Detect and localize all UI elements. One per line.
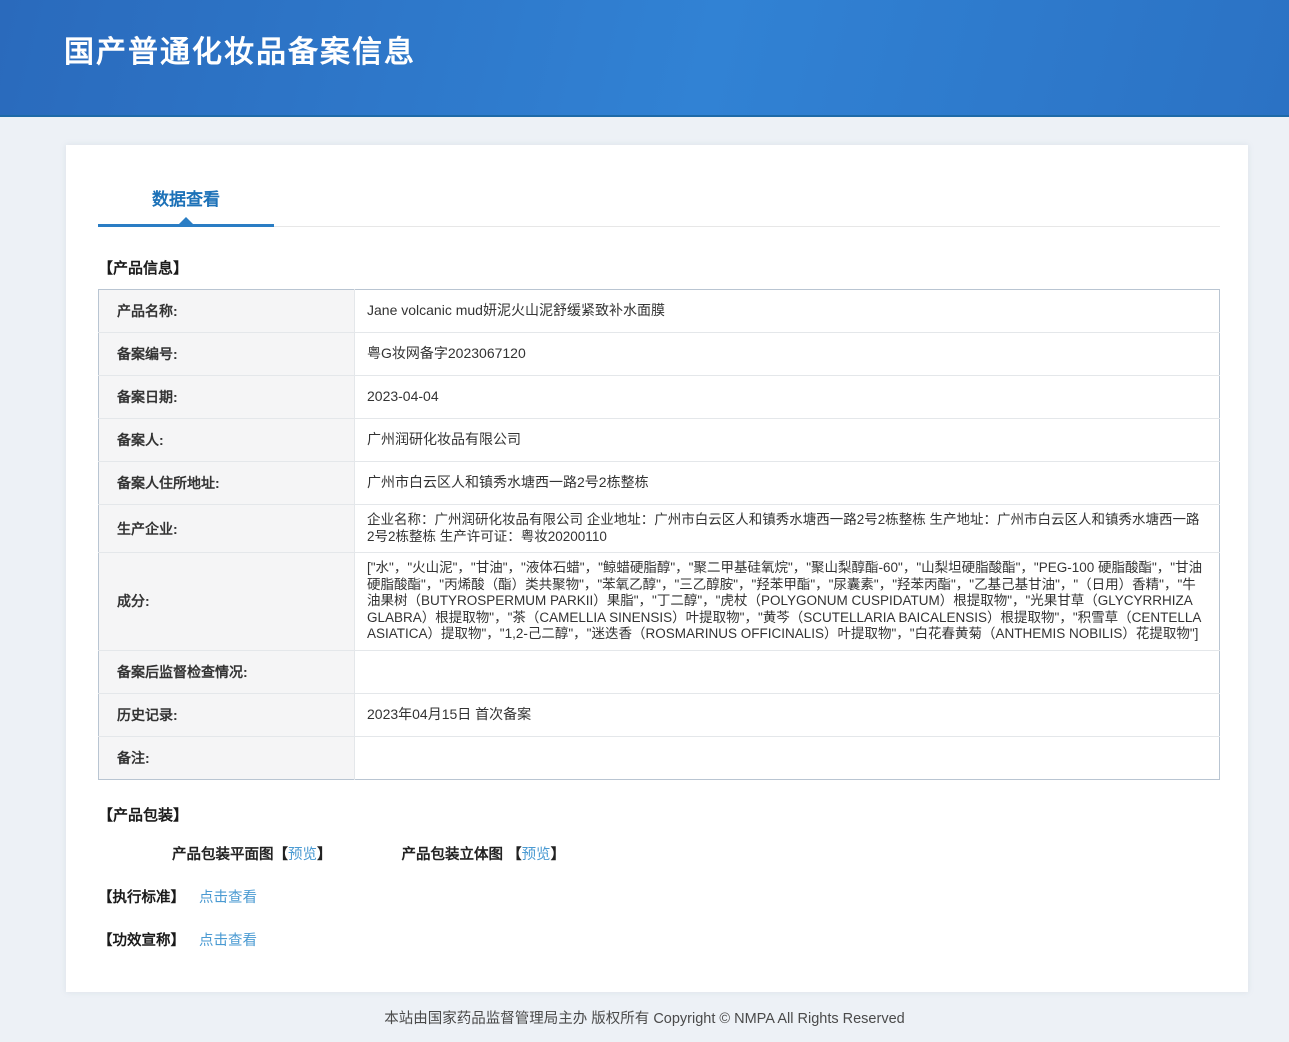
row-label: 产品名称: (99, 290, 355, 333)
standard-title: 【执行标准】 (98, 890, 185, 906)
table-row-filing-date: 备案日期: 2023-04-04 (99, 376, 1220, 419)
table-row-manufacturer: 生产企业: 企业名称：广州润研化妆品有限公司 企业地址：广州市白云区人和镇秀水塘… (99, 505, 1220, 553)
row-label: 生产企业: (99, 505, 355, 553)
row-value: 粤G妆网备字2023067120 (355, 333, 1220, 376)
efficacy-line: 【功效宣称】点击查看 (98, 929, 1220, 950)
section-title-product-info: 【产品信息】 (98, 257, 1220, 278)
packaging-line: 产品包装平面图【预览】 产品包装立体图 【预览】 (172, 843, 1220, 864)
row-label: 历史记录: (99, 693, 355, 736)
table-row-filer: 备案人: 广州润研化妆品有限公司 (99, 419, 1220, 462)
row-label: 备注: (99, 736, 355, 779)
bracket-close: 】 (317, 847, 332, 863)
standard-view-link[interactable]: 点击查看 (199, 890, 257, 906)
tab-active-underline (98, 224, 274, 227)
tab-data-view[interactable]: 数据查看 (98, 175, 274, 226)
bracket-close: 】 (551, 847, 566, 863)
standard-line: 【执行标准】点击查看 (98, 886, 1220, 907)
packaging-flat-item: 产品包装平面图【预览】 (172, 847, 336, 863)
row-value: 广州市白云区人和镇秀水塘西一路2号2栋整栋 (355, 462, 1220, 505)
page-footer: 本站由国家药品监督管理局主办 版权所有 Copyright © NMPA All… (0, 1001, 1289, 1042)
bracket-open: 【 (507, 847, 522, 863)
row-label: 备案后监督检查情况: (99, 650, 355, 693)
row-value (355, 736, 1220, 779)
row-value: 企业名称：广州润研化妆品有限公司 企业地址：广州市白云区人和镇秀水塘西一路2号2… (355, 505, 1220, 553)
row-label: 备案编号: (99, 333, 355, 376)
product-info-table: 产品名称: Jane volcanic mud妍泥火山泥舒缓紧致补水面膜 备案编… (98, 289, 1220, 780)
tab-active-arrow-icon (179, 217, 193, 224)
tab-data-view-label: 数据查看 (152, 190, 220, 209)
row-label: 备案人住所地址: (99, 462, 355, 505)
row-value: 广州润研化妆品有限公司 (355, 419, 1220, 462)
bracket-open: 【 (274, 847, 289, 863)
table-row-filer-address: 备案人住所地址: 广州市白云区人和镇秀水塘西一路2号2栋整栋 (99, 462, 1220, 505)
packaging-3d-preview-link[interactable]: 预览 (522, 847, 551, 863)
page-header: 国产普通化妆品备案信息 (0, 0, 1289, 117)
packaging-flat-label: 产品包装平面图 (172, 847, 274, 863)
packaging-3d-item: 产品包装立体图 【预览】 (402, 847, 566, 863)
table-row-remarks: 备注: (99, 736, 1220, 779)
page-title: 国产普通化妆品备案信息 (0, 0, 1289, 71)
packaging-3d-label: 产品包装立体图 (402, 847, 508, 863)
row-label: 备案人: (99, 419, 355, 462)
row-value (355, 650, 1220, 693)
packaging-flat-preview-link[interactable]: 预览 (288, 847, 317, 863)
row-label: 成分: (99, 553, 355, 651)
table-row-product-name: 产品名称: Jane volcanic mud妍泥火山泥舒缓紧致补水面膜 (99, 290, 1220, 333)
content-card: 数据查看 【产品信息】 产品名称: Jane volcanic mud妍泥火山泥… (66, 145, 1248, 992)
tab-bar: 数据查看 (98, 175, 1220, 227)
row-value: Jane volcanic mud妍泥火山泥舒缓紧致补水面膜 (355, 290, 1220, 333)
table-row-filing-number: 备案编号: 粤G妆网备字2023067120 (99, 333, 1220, 376)
row-value: ["水"，"火山泥"，"甘油"，"液体石蜡"，"鲸蜡硬脂醇"，"聚二甲基硅氧烷"… (355, 553, 1220, 651)
section-title-packaging: 【产品包装】 (98, 804, 1220, 825)
row-value: 2023-04-04 (355, 376, 1220, 419)
row-label: 备案日期: (99, 376, 355, 419)
table-row-history: 历史记录: 2023年04月15日 首次备案 (99, 693, 1220, 736)
row-value: 2023年04月15日 首次备案 (355, 693, 1220, 736)
table-row-supervision: 备案后监督检查情况: (99, 650, 1220, 693)
table-row-ingredients: 成分: ["水"，"火山泥"，"甘油"，"液体石蜡"，"鲸蜡硬脂醇"，"聚二甲基… (99, 553, 1220, 651)
